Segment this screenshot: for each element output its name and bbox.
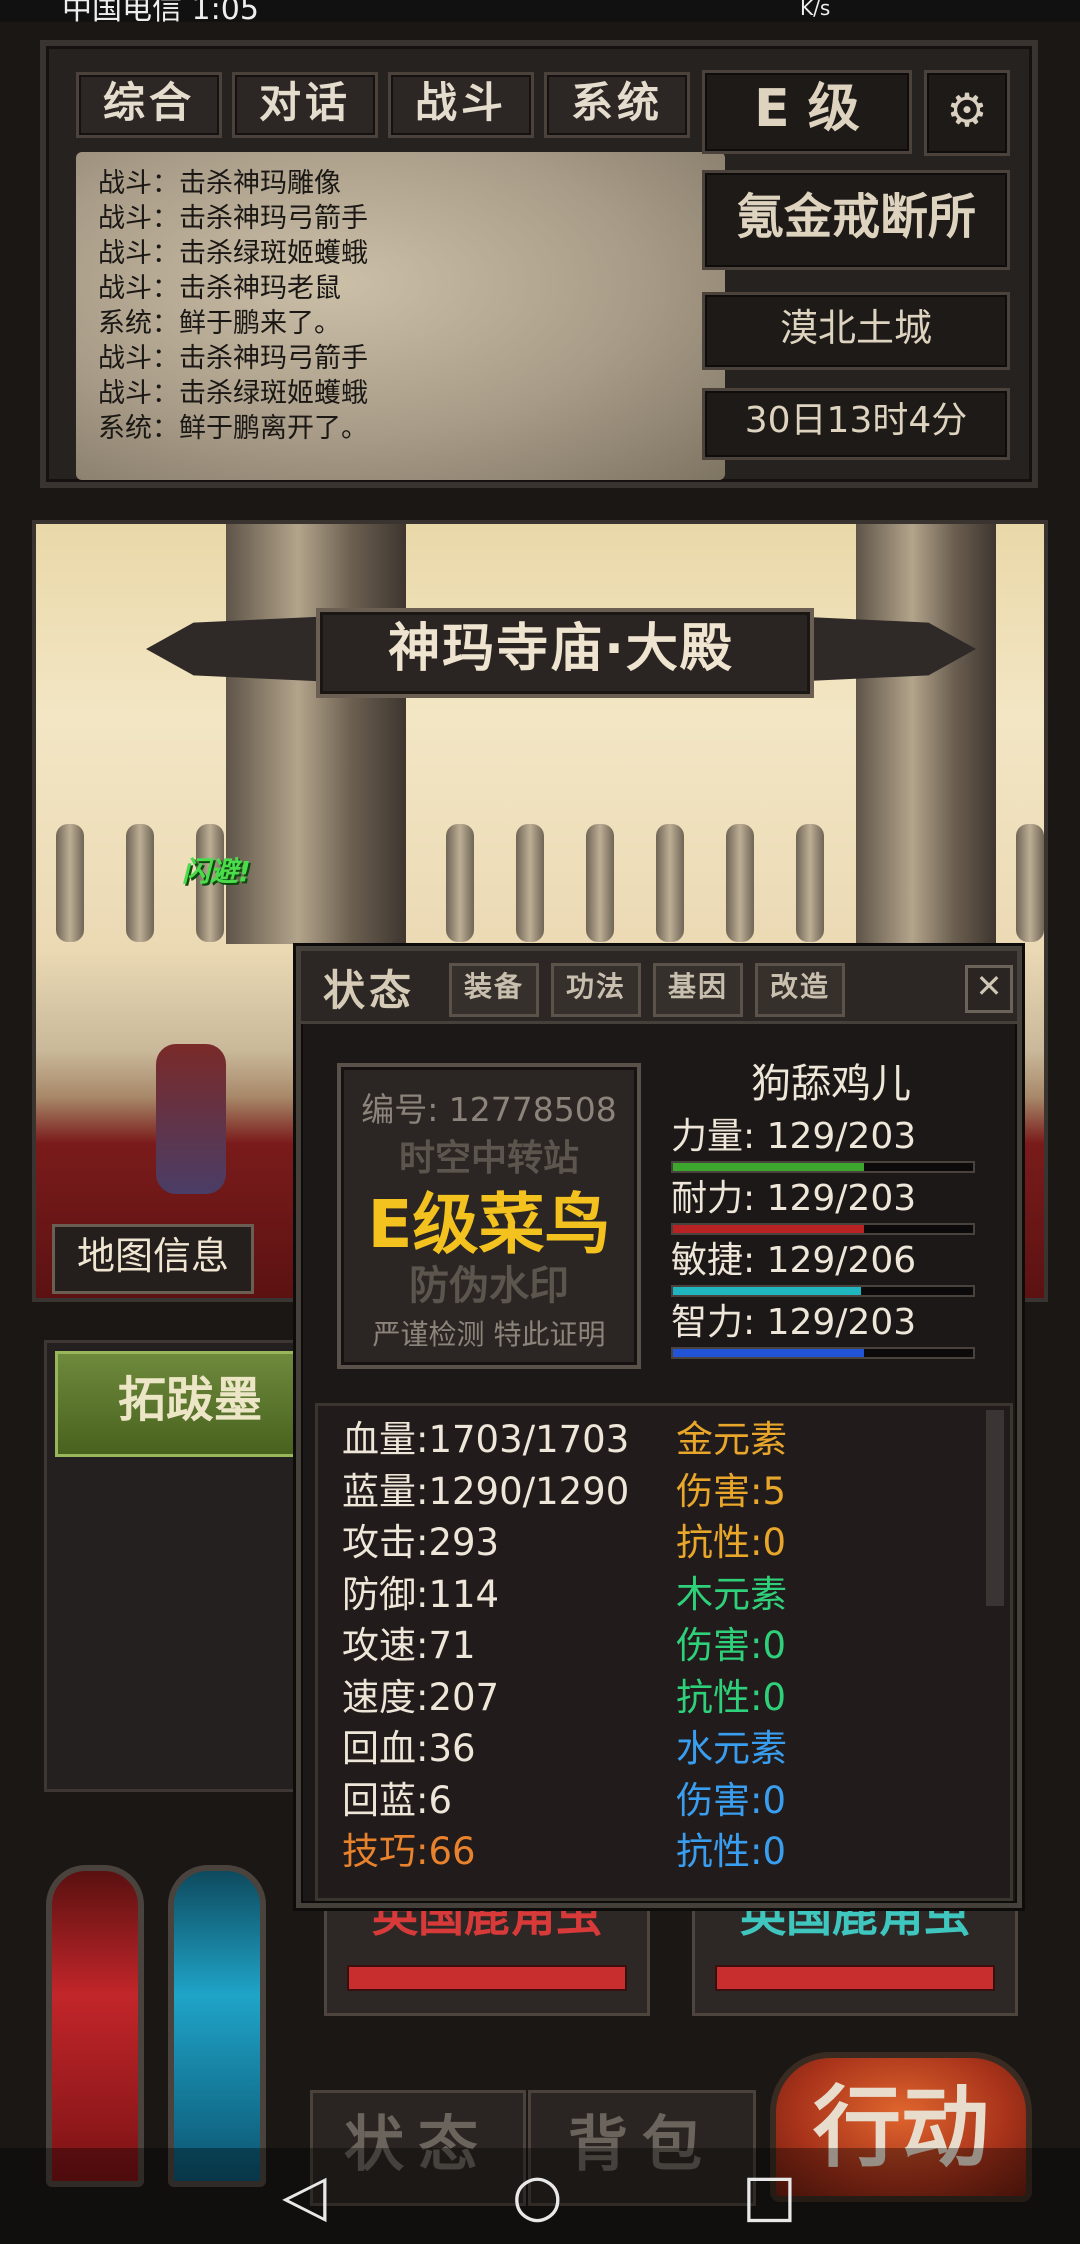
certificate-note: 严谨检测 特此证明 [372, 1318, 606, 1351]
chat-log[interactable]: 战斗：击杀神玛雕像 战斗：击杀神玛弓箭手 战斗：击杀绿斑姬蠖蛾 战斗：击杀神玛老鼠 系统… [76, 152, 725, 480]
attribute-label: 敏捷: 129/206 [671, 1240, 917, 1281]
target-list: 拓跋墨 [44, 1340, 357, 1792]
tab-battle[interactable]: 战斗 [388, 72, 534, 138]
map-info-button[interactable]: 地图信息 [52, 1224, 254, 1294]
tab-modify[interactable]: 改造 [755, 963, 845, 1017]
hp-vial [46, 1865, 144, 2187]
monster-card[interactable]: 英国鹿角虫 [324, 1888, 650, 2016]
attribute-bar [671, 1347, 975, 1359]
stat-line: 回蓝:6 [342, 1778, 453, 1822]
chat-line: 战斗：击杀神玛弓箭手 [98, 343, 368, 374]
system-nav-bar: ◁ ○ □ [0, 2148, 1080, 2244]
chat-line: 战斗：击杀绿斑姬蠖蛾 [98, 238, 368, 269]
attribute-label: 耐力: 129/203 [671, 1178, 917, 1219]
monster-card[interactable]: 英国鹿角虫 [692, 1888, 1018, 2016]
stat-line: 防御:114 [342, 1572, 500, 1616]
chat-line: 战斗：击杀神玛老鼠 [98, 273, 341, 304]
stat-line: 抗性:0 [676, 1675, 787, 1719]
certificate-id: 编号: 12778508 [361, 1090, 617, 1129]
back-icon[interactable]: ◁ [282, 2166, 327, 2224]
stat-line: 回血:36 [342, 1727, 476, 1770]
stat-line: 血量:1703/1703 [342, 1418, 630, 1461]
dialog-title: 状态 [323, 966, 416, 1015]
network-speed: K/s [800, 0, 831, 20]
tab-system[interactable]: 系统 [544, 72, 690, 138]
chat-line: 系统：鲜于鹏来了。 [98, 308, 341, 339]
attribute-bar [671, 1223, 975, 1235]
chat-line: 系统：鲜于鹏离开了。 [98, 413, 368, 444]
stat-line: 攻击:293 [342, 1521, 500, 1564]
tab-equipment[interactable]: 装备 [449, 963, 539, 1017]
carrier-time: 中国电信 1:05 [62, 0, 259, 22]
dodge-popup: 闪避! [182, 855, 251, 888]
tab-genes[interactable]: 基因 [653, 963, 743, 1017]
stat-line: 速度:207 [342, 1675, 500, 1719]
close-icon[interactable]: ✕ [965, 965, 1013, 1013]
stat-line: 伤害:5 [676, 1469, 787, 1513]
certificate-card: 编号: 12778508 时空中转站 E级菜鸟 防伪水印 严谨检测 特此证明 [337, 1063, 641, 1369]
dialog-header: 状态 装备 功法 基因 改造 ✕ [301, 951, 1017, 1024]
monster-hp-bar [347, 1965, 627, 1991]
attribute-bar [671, 1161, 975, 1173]
stat-line: 蓝量:1290/1290 [342, 1469, 630, 1513]
stat-line: 攻速:71 [342, 1624, 476, 1667]
mp-vial [168, 1865, 266, 2187]
stats-panel[interactable]: 血量:1703/1703 蓝量:1290/1290 攻击:293 防御:114 攻速:7… [315, 1403, 1013, 1901]
player-sprite [156, 1044, 226, 1194]
chat-line: 战斗：击杀绿斑姬蠖蛾 [98, 378, 368, 409]
attribute-label: 力量: 129/203 [671, 1116, 917, 1157]
attribute-intellect: 智力: 129/203 [671, 1301, 975, 1359]
stats-element-column: 金元素 伤害:5 抗性:0 木元素 伤害:0 抗性:0 水元素 伤害:0 抗性:0 [676, 1414, 787, 1878]
stat-line: 木元素 [676, 1572, 787, 1616]
attribute-label: 智力: 129/203 [671, 1302, 917, 1343]
stat-line: 抗性:0 [676, 1830, 787, 1873]
guild-name: 氪金戒断所 [702, 170, 1010, 270]
stat-line: 技巧:66 [342, 1830, 476, 1873]
monster-hp-bar [715, 1965, 995, 1991]
stat-line: 水元素 [676, 1727, 787, 1770]
rank-display: E 级 [702, 70, 912, 154]
character-name: 狗舔鸡儿 [751, 1061, 911, 1107]
tab-general[interactable]: 综合 [76, 72, 222, 138]
stat-line: 伤害:0 [676, 1624, 787, 1667]
attribute-agility: 敏捷: 129/206 [671, 1239, 975, 1297]
city-name: 漠北土城 [702, 292, 1010, 370]
attribute-stamina: 耐力: 129/203 [671, 1177, 975, 1235]
tab-dialogue[interactable]: 对话 [232, 72, 378, 138]
chat-line: 战斗：击杀神玛雕像 [98, 168, 341, 199]
status-bar: 中国电信 1:05 K/s [0, 0, 1080, 22]
location-name: 神玛寺庙·大殿 [388, 619, 734, 679]
banner-wing-right [786, 616, 976, 682]
stat-line: 抗性:0 [676, 1521, 787, 1564]
stats-scrollbar[interactable] [986, 1410, 1004, 1606]
status-dialog: 状态 装备 功法 基因 改造 ✕ 编号: 12778508 时空中转站 E级菜鸟… [296, 946, 1022, 1908]
location-banner: 神玛寺庙·大殿 [146, 594, 976, 704]
banner-wing-left [146, 616, 336, 682]
attribute-strength: 力量: 129/203 [671, 1115, 975, 1173]
attribute-bar [671, 1285, 975, 1297]
stat-line: 金元素 [676, 1418, 787, 1461]
gear-icon: ⚙ [946, 83, 988, 137]
recent-apps-icon[interactable]: □ [742, 2166, 797, 2224]
tab-skills[interactable]: 功法 [551, 963, 641, 1017]
home-icon[interactable]: ○ [512, 2166, 563, 2224]
certificate-watermark: 防伪水印 [409, 1263, 569, 1309]
chat-line: 战斗：击杀神玛弓箭手 [98, 203, 368, 234]
settings-button[interactable]: ⚙ [924, 70, 1010, 156]
top-panel: 综合 对话 战斗 系统 战斗：击杀神玛雕像 战斗：击杀神玛弓箭手 战斗：击杀绿斑姬蠖… [40, 40, 1038, 488]
stats-basic-column: 血量:1703/1703 蓝量:1290/1290 攻击:293 防御:114 攻速:7… [342, 1414, 629, 1878]
stat-line: 伤害:0 [676, 1778, 787, 1822]
game-time: 30日13时4分 [702, 388, 1010, 460]
